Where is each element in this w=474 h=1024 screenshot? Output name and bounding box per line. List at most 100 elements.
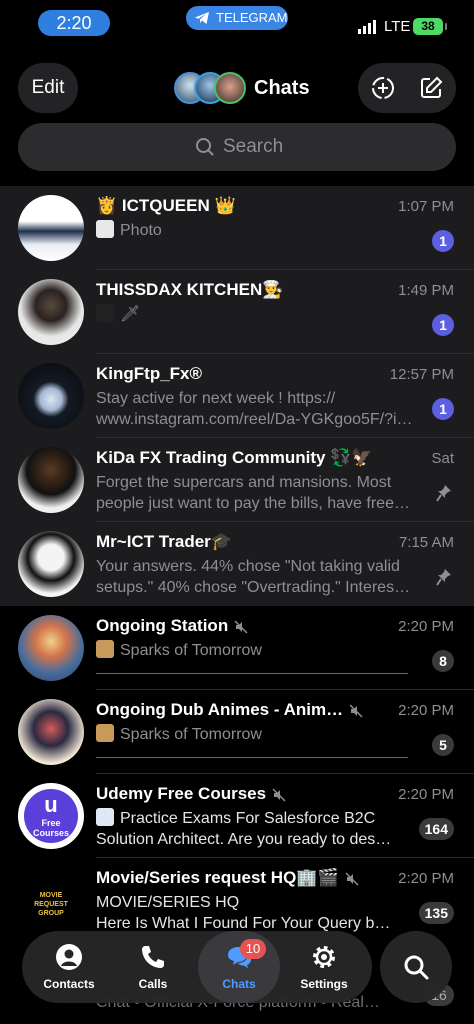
unread-badge: 8 xyxy=(432,650,454,672)
tab-label: Contacts xyxy=(43,977,95,991)
chat-name: Movie/Series request HQ🏢🎬 xyxy=(96,868,396,888)
muted-icon xyxy=(272,787,286,802)
unread-badge: 1 xyxy=(432,230,454,252)
page-title: Chats xyxy=(254,76,310,99)
chat-time: 2:20 PM xyxy=(398,702,454,719)
chat-time: 2:20 PM xyxy=(398,786,454,803)
compose-icon[interactable] xyxy=(419,76,443,100)
story-avatar-3[interactable] xyxy=(214,72,246,104)
chat-time: 12:57 PM xyxy=(389,366,454,383)
header-actions xyxy=(358,63,456,113)
tab-label: Chats xyxy=(222,977,256,991)
chat-row[interactable]: KingFtp_Fx® 12:57 PM Stay active for nex… xyxy=(0,354,474,438)
unread-badge: 5 xyxy=(432,734,454,756)
chat-row[interactable]: THISSDAX KITCHEN👨‍🍳 1:49 PM 🗡 1 xyxy=(0,270,474,354)
search-icon xyxy=(404,955,429,980)
chat-message: Stay active for next week ! https://www.… xyxy=(96,390,413,428)
photo-thumb-icon xyxy=(96,724,114,742)
chat-time: 2:20 PM xyxy=(398,618,454,635)
tab-bar: Contacts Calls 10 Chats Settings xyxy=(22,931,372,1003)
chat-message: MOVIE/SERIES HQ Here Is What I Found For … xyxy=(96,894,391,932)
chat-name: Mr~ICT Trader🎓 xyxy=(96,532,232,551)
signal-icon xyxy=(358,20,376,34)
unread-badge: 164 xyxy=(418,818,454,840)
unread-badge: 135 xyxy=(418,902,454,924)
search-input[interactable]: Search xyxy=(18,123,456,171)
unread-badge: 1 xyxy=(432,398,454,420)
chat-name: KingFtp_Fx® xyxy=(96,364,203,383)
telegram-pill[interactable]: TELEGRAM xyxy=(186,6,288,30)
battery-icon: 38 xyxy=(413,18,447,35)
chat-time: 2:20 PM xyxy=(398,870,454,887)
telegram-icon xyxy=(195,12,209,24)
chat-name: THISSDAX KITCHEN👨‍🍳 xyxy=(96,280,284,299)
tab-contacts[interactable]: Contacts xyxy=(28,931,110,1003)
chat-row[interactable]: Mr~ICT Trader🎓 7:15 AM Your answers. 44%… xyxy=(0,522,474,606)
avatar-caption: Free Courses xyxy=(32,818,69,838)
photo-thumb-icon xyxy=(96,808,114,826)
tab-chats[interactable]: 10 Chats xyxy=(198,931,280,1003)
photo-thumb-icon xyxy=(96,304,114,322)
phone-icon xyxy=(142,946,164,968)
search-button[interactable] xyxy=(380,931,452,1003)
chat-message: 🗡 xyxy=(96,304,418,325)
pin-icon xyxy=(436,569,451,586)
avatar: u Free Courses xyxy=(18,783,84,849)
chat-message: Photo xyxy=(96,220,418,241)
chat-row[interactable]: KiDa FX Trading Community 💱🦅 Sat Forget … xyxy=(0,438,474,522)
avatar xyxy=(18,531,84,597)
chat-row[interactable]: Ongoing Dub Animes - Anim… 2:20 PM Spark… xyxy=(0,690,474,774)
muted-icon xyxy=(234,619,248,634)
edit-button[interactable]: Edit xyxy=(18,63,78,113)
muted-icon xyxy=(345,871,359,886)
chat-row[interactable]: 👸 ICTQUEEN 👑 1:07 PM Photo 1 xyxy=(0,186,474,270)
photo-thumb-icon xyxy=(96,640,114,658)
status-bar: 2:20 TELEGRAM LTE 38 xyxy=(0,0,474,50)
chat-row[interactable]: MOVIE REQUEST GROUP Movie/Series request… xyxy=(0,858,474,942)
chat-name: KiDa FX Trading Community 💱🦅 xyxy=(96,448,373,467)
chat-name: 👸 ICTQUEEN 👑 xyxy=(96,196,236,215)
tab-label: Calls xyxy=(138,977,168,991)
chat-row[interactable]: Ongoing Station 2:20 PM Sparks of Tomorr… xyxy=(0,606,474,690)
chat-name: Udemy Free Courses xyxy=(96,784,396,804)
chat-time: 7:15 AM xyxy=(398,534,454,551)
status-time: 2:20 xyxy=(38,10,110,36)
chat-row[interactable]: u Free Courses Udemy Free Courses 2:20 P… xyxy=(0,774,474,858)
search-icon xyxy=(196,138,214,156)
tab-settings[interactable]: Settings xyxy=(283,931,365,1003)
chats-header: Chats xyxy=(174,70,310,106)
muted-icon xyxy=(349,703,363,718)
avatar-caption: MOVIE REQUEST GROUP xyxy=(34,892,68,917)
gear-icon xyxy=(313,946,335,968)
unread-badge: 1 xyxy=(432,314,454,336)
chat-name: Ongoing Station xyxy=(96,616,396,636)
avatar xyxy=(18,363,84,429)
avatar xyxy=(18,699,84,765)
chat-message: Sparks of Tomorrow xyxy=(96,640,418,661)
chat-time: Sat xyxy=(431,450,454,467)
new-story-icon[interactable] xyxy=(371,76,395,100)
chat-message: Sparks of Tomorrow xyxy=(96,724,418,745)
chat-list: 👸 ICTQUEEN 👑 1:07 PM Photo 1 THISSDAX KI… xyxy=(0,186,474,942)
tab-calls[interactable]: Calls xyxy=(112,931,194,1003)
chat-time: 1:07 PM xyxy=(398,198,454,215)
search-placeholder: Search xyxy=(223,136,284,157)
chat-message: Your answers. 44% chose "Not taking vali… xyxy=(96,558,411,596)
network-type: LTE xyxy=(384,18,411,35)
chat-time: 1:49 PM xyxy=(398,282,454,299)
avatar xyxy=(18,615,84,681)
chat-message: Forget the supercars and mansions. Most p… xyxy=(96,474,410,512)
avatar xyxy=(18,279,84,345)
avatar xyxy=(18,195,84,261)
chat-message: Practice Exams For Salesforce B2C Solutio… xyxy=(96,808,392,848)
telegram-pill-label: TELEGRAM xyxy=(216,10,288,25)
avatar xyxy=(18,447,84,513)
tab-label: Settings xyxy=(300,977,348,991)
tab-badge: 10 xyxy=(240,939,266,959)
pin-icon xyxy=(436,485,451,502)
avatar: MOVIE REQUEST GROUP xyxy=(18,867,84,933)
divider xyxy=(96,673,408,674)
udemy-logo-icon: u xyxy=(44,792,58,817)
chat-name: Ongoing Dub Animes - Anim… xyxy=(96,700,396,720)
photo-thumb-icon xyxy=(96,220,114,238)
